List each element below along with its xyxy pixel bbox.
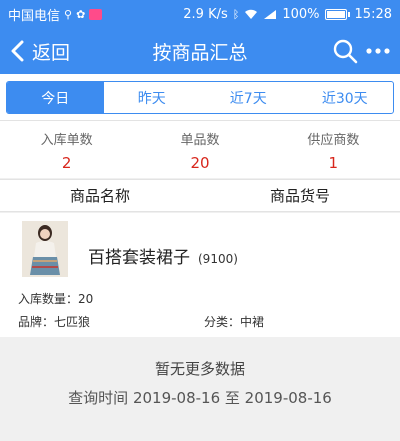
more-button[interactable] [366, 47, 390, 55]
stat-label: 单品数 [180, 133, 220, 148]
product-category: 分类：中裙 [204, 315, 265, 329]
stat-inbound-orders: 入库单数 2 [0, 121, 133, 178]
nav-bar: 返回 按商品汇总 [0, 28, 400, 74]
battery-cap [347, 11, 350, 17]
no-more-data-text: 暂无更多数据 [154, 360, 245, 378]
stat-value: 2 [61, 154, 72, 172]
tab-last-30-days[interactable]: 近30天 [297, 82, 394, 113]
message-notification-icon [89, 8, 103, 20]
stat-supplier-count: 供应商数 1 [267, 121, 400, 178]
tab-today[interactable]: 今日 [7, 82, 104, 113]
stat-label: 入库单数 [40, 133, 93, 148]
wifi-icon [244, 9, 258, 20]
back-label: 返回 [32, 41, 71, 64]
clock: 15:28 [354, 6, 392, 22]
column-header-product-name: 商品名称 [69, 187, 130, 205]
stat-item-count: 单品数 20 [133, 121, 266, 178]
stat-value: 1 [328, 154, 339, 172]
table-header: 商品名称 商品货号 [0, 179, 400, 212]
back-button[interactable]: 返回 [0, 28, 70, 74]
product-code: (9100) [198, 252, 238, 266]
product-brand: 品牌：七匹狼 [18, 315, 91, 329]
usb-icon: ⚲ [64, 7, 73, 21]
huawei-icon: ✿ [76, 7, 86, 21]
bluetooth-icon: ᛒ [232, 7, 240, 21]
status-bar: 中国电信 ⚲ ✿ 2.9 K/s ᛒ 100% 15:28 [0, 0, 400, 28]
list-footer: 暂无更多数据 查询时间 2019-08-16 至 2019-08-16 [0, 337, 400, 441]
stat-label: 供应商数 [307, 133, 360, 148]
product-name: 百搭套装裙子 [88, 248, 190, 268]
search-icon [333, 39, 358, 64]
stat-value: 20 [190, 154, 210, 172]
more-dots-icon [366, 48, 390, 54]
network-speed: 2.9 K/s [183, 6, 228, 22]
search-button[interactable] [332, 38, 358, 64]
chevron-left-icon [11, 40, 24, 62]
date-range-tabs: 今日 昨天 近7天 近30天 [0, 74, 400, 120]
product-list-item[interactable]: 百搭套装裙子 (9100) 入库数量：20 品牌：七匹狼 分类：中裙 [0, 213, 400, 337]
query-time-range: 查询时间 2019-08-16 至 2019-08-16 [68, 389, 332, 407]
battery-percent: 100% [282, 6, 320, 22]
tab-last-7-days[interactable]: 近7天 [200, 82, 297, 113]
product-thumbnail [22, 221, 68, 277]
summary-stats: 入库单数 2 单品数 20 供应商数 1 [0, 120, 400, 178]
column-header-product-code: 商品货号 [269, 187, 330, 205]
carrier-label: 中国电信 [8, 8, 61, 24]
tab-yesterday[interactable]: 昨天 [104, 82, 201, 113]
inbound-quantity: 入库数量：20 [18, 292, 94, 306]
battery-icon [324, 8, 347, 20]
signal-icon [263, 9, 277, 20]
